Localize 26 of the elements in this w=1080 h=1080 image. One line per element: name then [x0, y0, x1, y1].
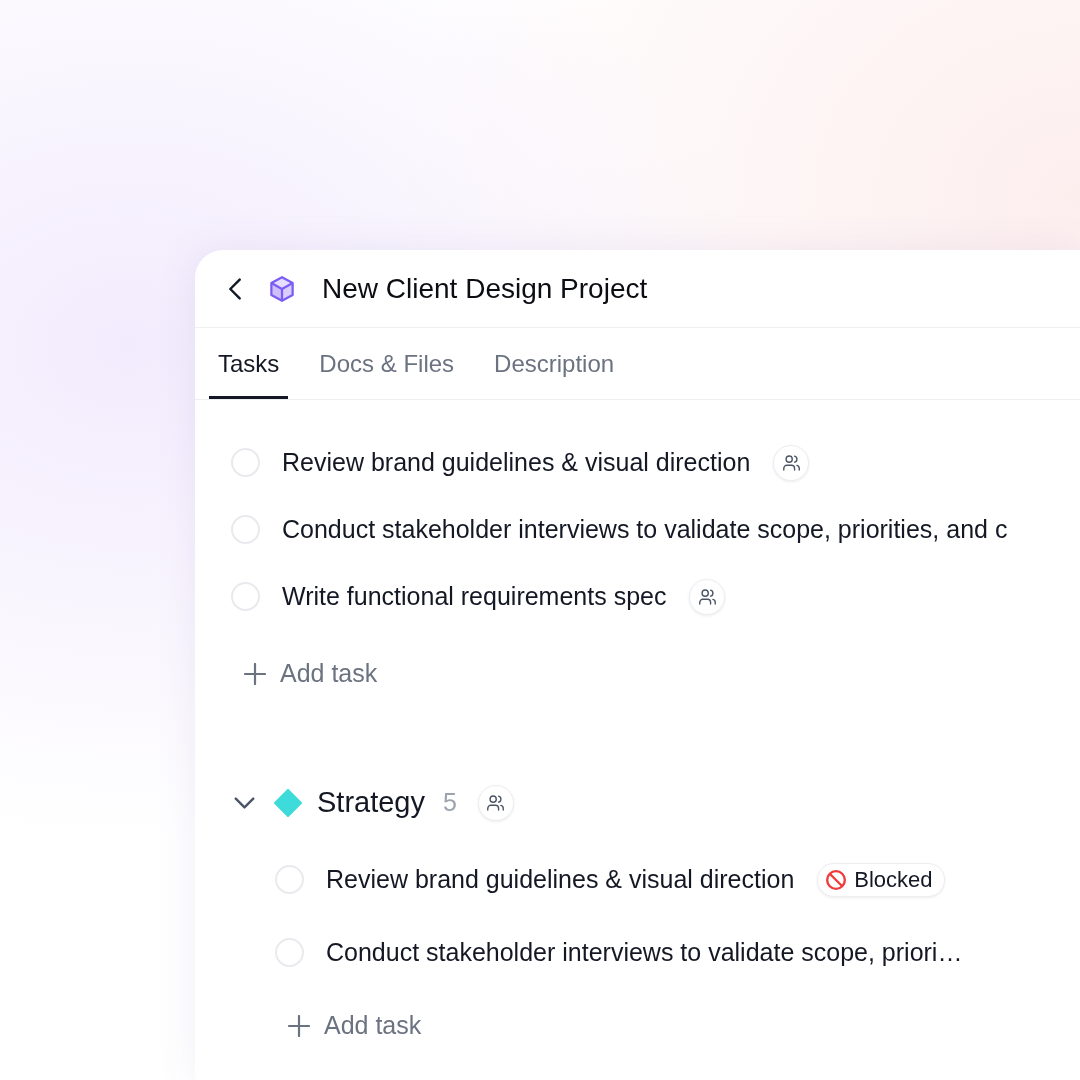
add-task-button[interactable]: Add task	[275, 1004, 422, 1047]
assign-button[interactable]	[477, 785, 514, 821]
task-title[interactable]: Conduct stakeholder interviews to validate scope, priori…	[326, 933, 963, 972]
status-text: Blocked	[854, 866, 933, 894]
cube-icon	[270, 275, 294, 302]
task-title[interactable]: Review brand guidelines & visual direction	[282, 443, 751, 482]
group-title: Strategy	[317, 785, 425, 821]
chevron-down-icon[interactable]	[234, 797, 255, 809]
plus-icon	[244, 662, 266, 685]
tab[interactable]: Tasks	[209, 328, 289, 399]
task-title[interactable]: Write functional requirements spec	[282, 577, 667, 616]
people-icon	[698, 588, 716, 605]
plus-icon	[288, 1014, 310, 1037]
assign-button[interactable]	[773, 444, 810, 481]
people-icon	[487, 795, 505, 811]
tab[interactable]: Docs & Files	[310, 328, 464, 399]
chevron-left-icon[interactable]	[228, 277, 242, 300]
add-task-button[interactable]: Add task	[231, 652, 378, 695]
people-icon	[782, 454, 800, 471]
ban-icon	[826, 869, 847, 890]
tab[interactable]: Description	[485, 328, 624, 399]
task-title[interactable]: Conduct stakeholder interviews to validate scope, priorities, and c	[282, 510, 1008, 549]
project-title: New Client Design Project	[322, 271, 648, 306]
assign-button[interactable]	[689, 578, 726, 615]
task-count: 5	[443, 787, 457, 819]
task-title[interactable]: Review brand guidelines & visual direction	[326, 860, 795, 899]
